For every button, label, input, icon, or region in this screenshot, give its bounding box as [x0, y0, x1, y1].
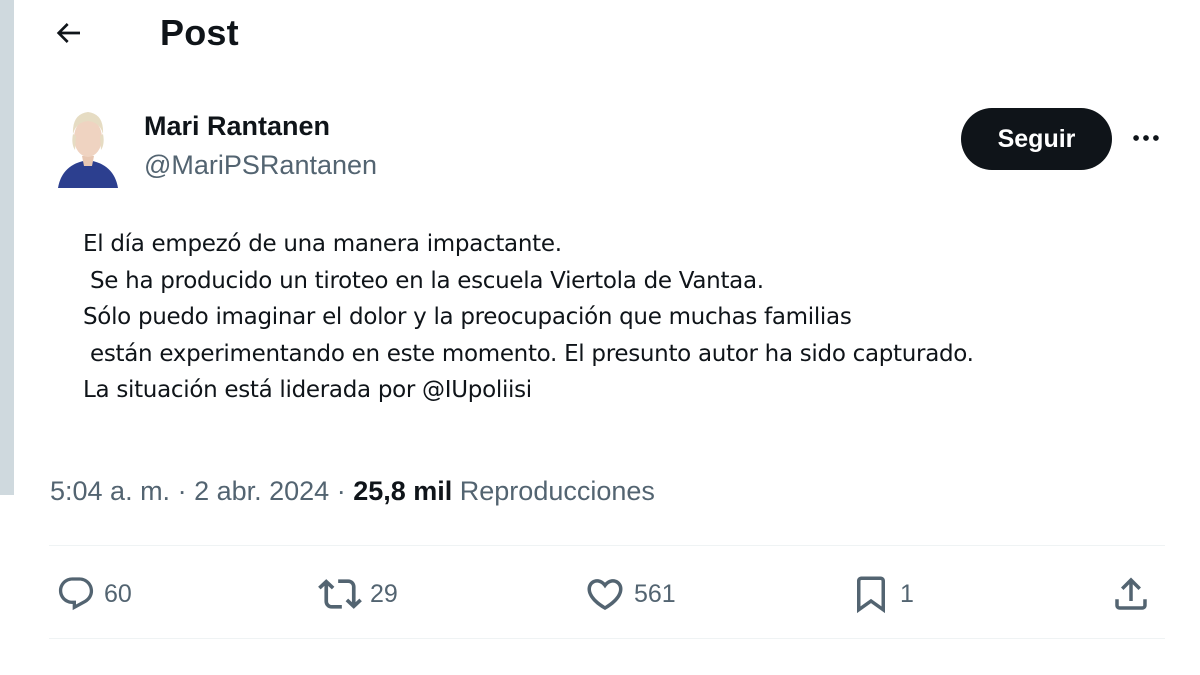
author-name[interactable]: Mari Rantanen — [144, 109, 377, 143]
share-button[interactable] — [1110, 566, 1152, 622]
repost-icon — [318, 579, 362, 609]
arrow-left-icon — [56, 23, 80, 43]
heart-icon — [587, 579, 623, 611]
like-count: 561 — [634, 579, 676, 608]
page-title: Post — [160, 12, 239, 53]
post-header: Post — [50, 8, 239, 58]
bookmark-icon — [857, 576, 885, 614]
reply-icon — [58, 577, 94, 611]
post-line: Sólo puedo imaginar el dolor y la preocu… — [83, 304, 852, 330]
post-line: Se ha producido un tiroteo en la escuela… — [83, 267, 764, 294]
meta-separator: · — [170, 476, 195, 506]
author-text: Mari Rantanen @MariPSRantanen — [144, 109, 377, 183]
repost-button[interactable]: 29 — [318, 566, 398, 622]
avatar[interactable] — [56, 104, 120, 188]
views-label: Reproducciones — [452, 476, 655, 507]
author-block: Mari Rantanen @MariPSRantanen — [56, 104, 377, 188]
back-button[interactable] — [50, 15, 86, 51]
repost-count: 29 — [370, 579, 398, 608]
divider — [49, 545, 1165, 546]
bookmark-count: 1 — [900, 579, 914, 608]
reply-button[interactable]: 60 — [56, 566, 132, 622]
post-meta: 5:04 a. m. · 2 abr. 2024 · 25,8 mil Repr… — [50, 476, 655, 507]
reply-count: 60 — [104, 579, 132, 608]
meta-separator: · — [329, 476, 354, 506]
action-bar: 60 29 561 1 — [56, 566, 1166, 622]
post-date[interactable]: 2 abr. 2024 — [194, 476, 329, 507]
views-label-text: Reproducciones — [459, 476, 655, 506]
post-text: El día empezó de una manera impactante. … — [83, 226, 974, 409]
follow-button[interactable]: Seguir — [961, 108, 1112, 170]
post-line: El día empezó de una manera impactante. — [83, 231, 562, 257]
divider — [49, 638, 1165, 639]
bookmark-button[interactable]: 1 — [850, 566, 914, 622]
like-button[interactable]: 561 — [584, 566, 676, 622]
left-rail — [0, 0, 14, 495]
ellipsis-icon — [1133, 135, 1159, 141]
share-icon — [1115, 577, 1147, 610]
views-count: 25,8 mil — [353, 476, 453, 506]
post-line: están experimentando en este momento. El… — [83, 340, 974, 367]
post-time[interactable]: 5:04 a. m. — [50, 476, 170, 507]
post-line: La situación está liderada por @IUpoliis… — [83, 377, 532, 403]
author-handle[interactable]: @MariPSRantanen — [144, 147, 377, 183]
user-avatar-icon — [56, 104, 120, 188]
more-options-button[interactable] — [1126, 118, 1166, 158]
